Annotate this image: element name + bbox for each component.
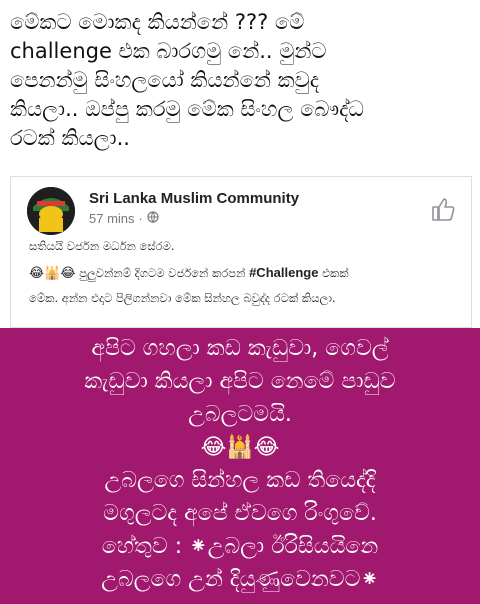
- globe-icon: [147, 211, 159, 226]
- post-meta: 57 mins ·: [89, 211, 159, 226]
- post-line-3: මේක. අන්න එදාට පිලිගන්නවා මේක සින්හල බවු…: [29, 291, 336, 305]
- purple-banner: අපිට ගහලා කඩ කැඩුවා, ගෙවල් කැඩුවා කියලා …: [0, 328, 480, 604]
- caption-text: මේකට මොකද කියන්නේ ??? මේ challenge එක බා…: [10, 10, 364, 150]
- shared-post-card[interactable]: Sri Lanka Muslim Community 57 mins · සති…: [10, 176, 472, 328]
- page-avatar[interactable]: [27, 187, 75, 235]
- meta-separator: ·: [138, 211, 143, 226]
- page-name[interactable]: Sri Lanka Muslim Community: [89, 190, 299, 207]
- laughing-mosque-emoji: 😂🕌😂: [29, 266, 76, 281]
- post-line-1: සතියයි වර්ජන මර්ධන සේරම.: [29, 239, 175, 253]
- thumbs-up-icon[interactable]: [429, 195, 457, 223]
- post-line-2-end: එකක්: [322, 266, 349, 280]
- post-line-2: 😂🕌😂 පුලුවන්නම් දිගටම වර්ජනේ කරපන් #Chall…: [29, 265, 349, 281]
- challenge-hashtag[interactable]: #Challenge: [249, 265, 318, 280]
- post-time[interactable]: 57 mins: [89, 211, 135, 226]
- post-line-2-text: පුලුවන්නම් දිගටම වර්ජනේ කරපන්: [79, 266, 246, 280]
- banner-text: අපිට ගහලා කඩ කැඩුවා, ගෙවල් කැඩුවා කියලා …: [84, 336, 396, 592]
